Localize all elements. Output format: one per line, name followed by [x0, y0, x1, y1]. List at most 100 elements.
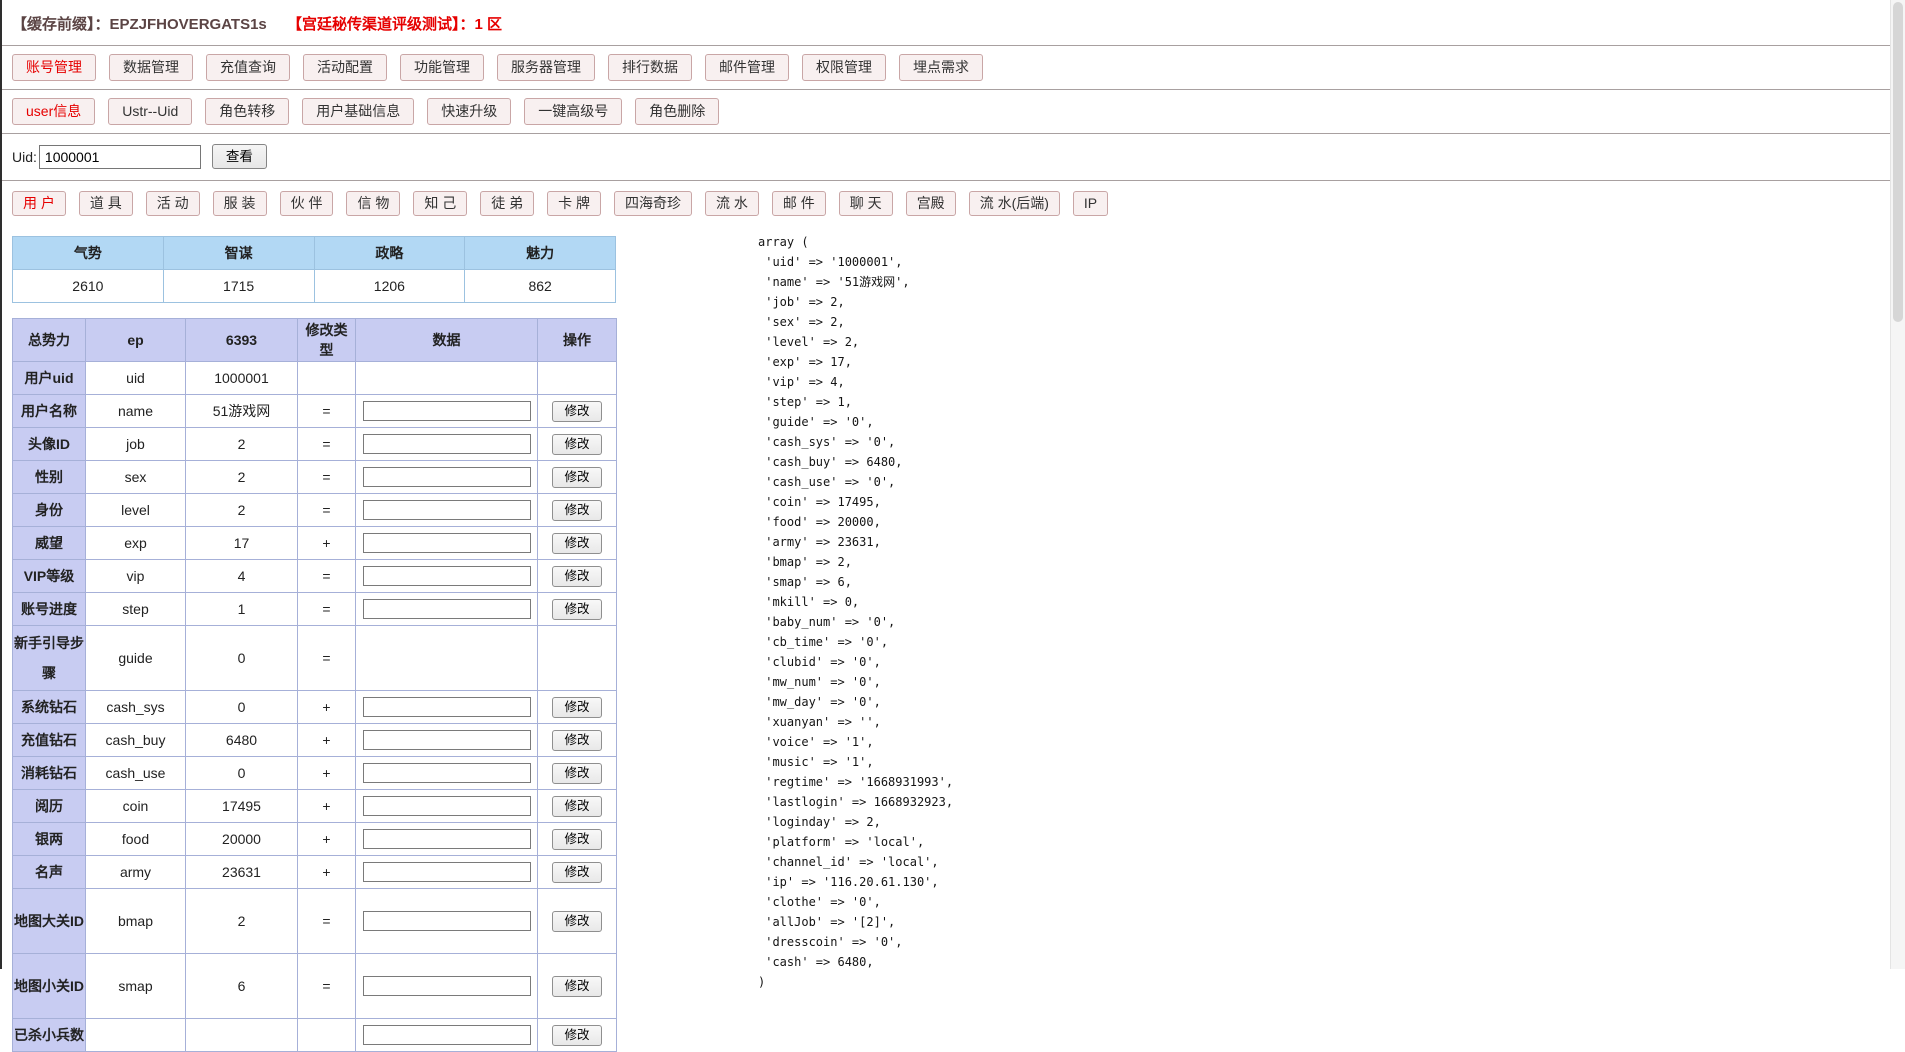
field-name-cell: exp	[86, 527, 186, 560]
detail-tab-6[interactable]: 知 己	[413, 191, 467, 216]
module-nav-button-7[interactable]: 邮件管理	[705, 54, 789, 81]
data-input[interactable]	[363, 401, 531, 421]
table-row: 已杀小兵数 修改	[13, 1019, 617, 1052]
vertical-scrollbar[interactable]	[1890, 0, 1905, 969]
modify-button[interactable]: 修改	[552, 697, 601, 718]
module-nav-button-1[interactable]: 数据管理	[109, 54, 193, 81]
detail-tab-4[interactable]: 伙 伴	[280, 191, 334, 216]
detail-tab-3[interactable]: 服 装	[213, 191, 267, 216]
scrollbar-thumb[interactable]	[1893, 2, 1903, 322]
uid-label: Uid:	[12, 149, 37, 165]
data-cell	[356, 527, 538, 560]
current-value-cell: 17	[186, 527, 298, 560]
data-input[interactable]	[363, 500, 531, 520]
sub-nav-button-3[interactable]: 用户基础信息	[302, 98, 414, 125]
detail-tab-bar: 用 户道 具活 动服 装伙 伴信 物知 己徒 弟卡 牌四海奇珍流 水邮 件聊 天…	[0, 181, 1905, 228]
detail-tab-11[interactable]: 邮 件	[772, 191, 826, 216]
data-cell	[356, 691, 538, 724]
detail-tab-5[interactable]: 信 物	[346, 191, 400, 216]
modify-button[interactable]: 修改	[552, 730, 601, 751]
detail-tab-13[interactable]: 宫殿	[906, 191, 956, 216]
sub-nav-button-6[interactable]: 角色删除	[635, 98, 719, 125]
row-label-cell: 用户uid	[13, 362, 86, 395]
module-nav-button-5[interactable]: 服务器管理	[497, 54, 595, 81]
data-input[interactable]	[363, 763, 531, 783]
uid-input[interactable]	[39, 145, 201, 169]
modify-button[interactable]: 修改	[552, 533, 601, 554]
field-name-cell: vip	[86, 560, 186, 593]
sub-nav-button-4[interactable]: 快速升级	[427, 98, 511, 125]
data-input[interactable]	[363, 434, 531, 454]
detail-tab-8[interactable]: 卡 牌	[547, 191, 601, 216]
module-nav-button-0[interactable]: 账号管理	[12, 54, 96, 81]
data-input[interactable]	[363, 862, 531, 882]
field-name-cell: cash_buy	[86, 724, 186, 757]
stats-header-1: 智谋	[163, 237, 314, 270]
modify-button[interactable]: 修改	[552, 1025, 601, 1046]
module-nav-button-9[interactable]: 埋点需求	[899, 54, 983, 81]
detail-tab-15[interactable]: IP	[1073, 191, 1108, 216]
data-input[interactable]	[363, 976, 531, 996]
sub-nav-button-1[interactable]: Ustr--Uid	[108, 98, 192, 125]
primary-nav: 账号管理数据管理充值查询活动配置功能管理服务器管理排行数据邮件管理权限管理埋点需…	[0, 46, 1905, 89]
row-label-cell: 新手引导步骤	[13, 626, 86, 691]
data-input[interactable]	[363, 730, 531, 750]
data-input[interactable]	[363, 533, 531, 553]
sub-nav-button-2[interactable]: 角色转移	[205, 98, 289, 125]
sub-nav-button-0[interactable]: user信息	[12, 98, 95, 125]
detail-tab-12[interactable]: 聊 天	[839, 191, 893, 216]
modify-button[interactable]: 修改	[552, 829, 601, 850]
detail-tab-2[interactable]: 活 动	[146, 191, 200, 216]
data-cell	[356, 362, 538, 395]
module-nav-button-4[interactable]: 功能管理	[400, 54, 484, 81]
module-nav-button-3[interactable]: 活动配置	[303, 54, 387, 81]
field-name-cell: level	[86, 494, 186, 527]
modify-button[interactable]: 修改	[552, 976, 601, 997]
sub-nav-button-5[interactable]: 一键高级号	[524, 98, 622, 125]
row-label-cell: 消耗钻石	[13, 757, 86, 790]
data-input[interactable]	[363, 796, 531, 816]
data-input[interactable]	[363, 599, 531, 619]
row-label-cell: 地图小关ID	[13, 954, 86, 1019]
page-header: 【缓存前缀】：EPZJFHOVERGATS1s 【宫廷秘传渠道评级测试】：1 区	[0, 0, 1905, 45]
detail-tab-10[interactable]: 流 水	[705, 191, 759, 216]
row-label-cell: 用户名称	[13, 395, 86, 428]
modify-button[interactable]: 修改	[552, 599, 601, 620]
data-input[interactable]	[363, 911, 531, 931]
action-cell: 修改	[538, 560, 617, 593]
modify-button[interactable]: 修改	[552, 467, 601, 488]
detail-tab-9[interactable]: 四海奇珍	[614, 191, 692, 216]
detail-tab-0[interactable]: 用 户	[12, 191, 66, 216]
module-nav-button-8[interactable]: 权限管理	[802, 54, 886, 81]
data-input[interactable]	[363, 1025, 531, 1045]
user-data-header-4: 数据	[356, 319, 538, 362]
modify-button[interactable]: 修改	[552, 434, 601, 455]
data-cell	[356, 560, 538, 593]
row-label-cell: 已杀小兵数	[13, 1019, 86, 1052]
detail-tab-1[interactable]: 道 具	[79, 191, 133, 216]
data-input[interactable]	[363, 697, 531, 717]
row-label-cell: 头像ID	[13, 428, 86, 461]
data-cell	[356, 790, 538, 823]
detail-tab-14[interactable]: 流 水(后端)	[969, 191, 1060, 216]
data-input[interactable]	[363, 829, 531, 849]
modify-type-cell: =	[298, 560, 356, 593]
module-nav-button-2[interactable]: 充值查询	[206, 54, 290, 81]
action-cell: 修改	[538, 428, 617, 461]
detail-tab-7[interactable]: 徒 弟	[480, 191, 534, 216]
row-label-cell: 地图大关ID	[13, 889, 86, 954]
modify-button[interactable]: 修改	[552, 500, 601, 521]
view-button[interactable]: 查看	[212, 144, 267, 169]
field-name-cell: job	[86, 428, 186, 461]
modify-button[interactable]: 修改	[552, 401, 601, 422]
modify-button[interactable]: 修改	[552, 566, 601, 587]
modify-button[interactable]: 修改	[552, 911, 601, 932]
data-input[interactable]	[363, 566, 531, 586]
modify-button[interactable]: 修改	[552, 796, 601, 817]
modify-button[interactable]: 修改	[552, 862, 601, 883]
table-row: 系统钻石cash_sys0+修改	[13, 691, 617, 724]
modify-type-cell: +	[298, 724, 356, 757]
module-nav-button-6[interactable]: 排行数据	[608, 54, 692, 81]
data-input[interactable]	[363, 467, 531, 487]
modify-button[interactable]: 修改	[552, 763, 601, 784]
